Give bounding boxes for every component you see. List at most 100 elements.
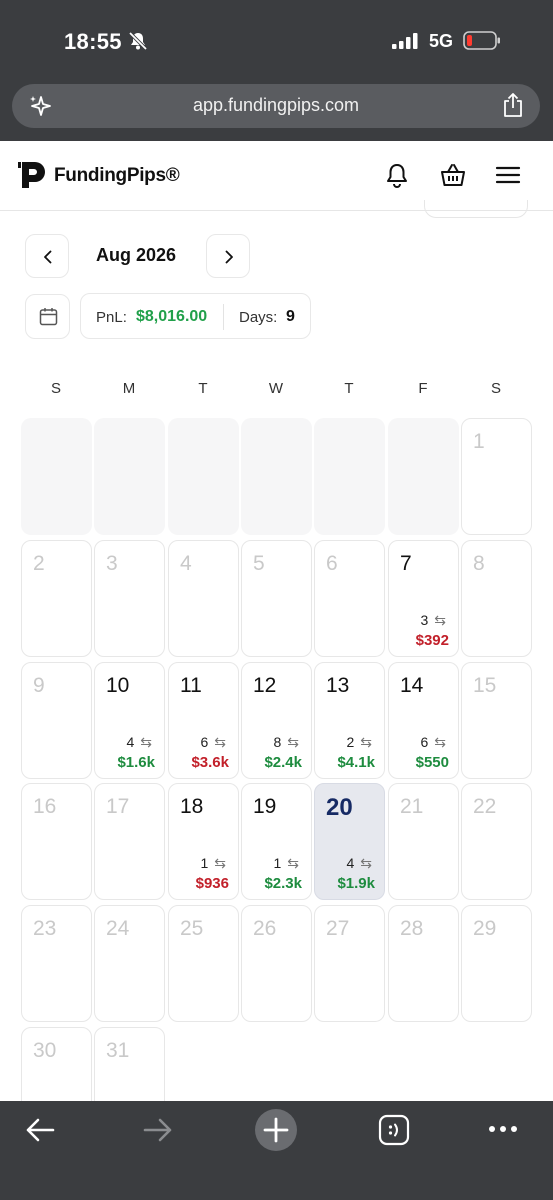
- trade-count: 6 ⇆: [200, 734, 226, 751]
- swap-arrows-icon: ⇆: [360, 855, 372, 871]
- calendar-day-27[interactable]: 27: [314, 905, 385, 1022]
- calendar-day-15[interactable]: 15: [461, 662, 532, 779]
- day-number: 23: [33, 917, 57, 940]
- calendar-day-16[interactable]: 16: [21, 783, 92, 900]
- trade-count: 1 ⇆: [200, 855, 226, 872]
- calendar-day-12[interactable]: 12 8 ⇆ $2.4k: [241, 662, 312, 779]
- calendar-day-7[interactable]: 7 3 ⇆ $392: [388, 540, 459, 657]
- summary-divider: [223, 304, 224, 330]
- calendar-day-9[interactable]: 9: [21, 662, 92, 779]
- calendar-day-14[interactable]: 14 6 ⇆ $550: [388, 662, 459, 779]
- tab-switcher-icon[interactable]: [378, 1114, 410, 1146]
- calendar-day-4[interactable]: 4: [168, 540, 239, 657]
- calendar-day-22[interactable]: 22: [461, 783, 532, 900]
- url-text[interactable]: app.fundingpips.com: [12, 95, 540, 116]
- weekday-fri: F: [418, 380, 428, 397]
- shopping-basket-icon[interactable]: [439, 161, 467, 189]
- swap-arrows-icon: ⇆: [140, 734, 152, 750]
- swap-arrows-icon: ⇆: [214, 855, 226, 871]
- hamburger-menu-icon[interactable]: [494, 161, 522, 189]
- day-number: 3: [106, 552, 118, 575]
- trade-count: 6 ⇆: [420, 734, 446, 751]
- day-number: 24: [106, 917, 130, 940]
- prev-month-button[interactable]: [25, 234, 69, 278]
- day-number: 4: [180, 552, 192, 575]
- trade-count-value: 4: [126, 734, 135, 750]
- calendar-day-28[interactable]: 28: [388, 905, 459, 1022]
- calendar-day-24[interactable]: 24: [94, 905, 165, 1022]
- weekday-tue: T: [198, 380, 208, 397]
- share-icon[interactable]: [502, 92, 524, 118]
- day-number: 26: [253, 917, 277, 940]
- calendar-day-13[interactable]: 13 2 ⇆ $4.1k: [314, 662, 385, 779]
- swap-arrows-icon: ⇆: [287, 855, 299, 871]
- forward-arrow-icon[interactable]: [142, 1116, 174, 1144]
- swap-arrows-icon: ⇆: [214, 734, 226, 750]
- day-number: 11: [180, 674, 202, 697]
- calendar-day-10[interactable]: 10 4 ⇆ $1.6k: [94, 662, 165, 779]
- calendar-day-2[interactable]: 2: [21, 540, 92, 657]
- back-arrow-icon[interactable]: [24, 1116, 56, 1144]
- day-pnl: $936: [195, 875, 229, 892]
- day-number: 16: [33, 795, 57, 818]
- month-label: Aug 2026: [96, 245, 177, 265]
- calendar-day-25[interactable]: 25: [168, 905, 239, 1022]
- day-number: 2: [33, 552, 45, 575]
- calendar-day-20[interactable]: 20 4 ⇆ $1.9k: [314, 783, 385, 900]
- calendar-empty-cell: [168, 418, 239, 535]
- new-tab-plus-icon[interactable]: [254, 1108, 298, 1152]
- header-tab-edge: [424, 200, 528, 218]
- calendar-day-21[interactable]: 21: [388, 783, 459, 900]
- calendar-day-29[interactable]: 29: [461, 905, 532, 1022]
- weekday-sat: S: [490, 380, 501, 397]
- day-number: 30: [33, 1039, 57, 1062]
- address-bar[interactable]: app.fundingpips.com: [12, 84, 540, 128]
- day-number: 29: [473, 917, 497, 940]
- clock: 18:55: [64, 29, 122, 54]
- fundingpips-logo-icon[interactable]: [18, 159, 48, 191]
- day-pnl: $4.1k: [337, 754, 375, 771]
- day-number: 10: [106, 674, 130, 697]
- day-number: 13: [326, 674, 350, 697]
- day-pnl: $392: [415, 632, 449, 649]
- calendar-day-23[interactable]: 23: [21, 905, 92, 1022]
- next-month-button[interactable]: [206, 234, 250, 278]
- pnl-label: PnL:: [96, 309, 127, 326]
- calendar-day-11[interactable]: 11 6 ⇆ $3.6k: [168, 662, 239, 779]
- trade-count-value: 3: [420, 612, 429, 628]
- calendar-day-8[interactable]: 8: [461, 540, 532, 657]
- more-options-icon[interactable]: [487, 1123, 519, 1135]
- calendar-day-26[interactable]: 26: [241, 905, 312, 1022]
- network-type: 5G: [429, 31, 454, 51]
- calendar-day-18[interactable]: 18 1 ⇆ $936: [168, 783, 239, 900]
- calendar-empty-cell: [21, 418, 92, 535]
- weekday-wed: W: [268, 380, 284, 397]
- swap-arrows-icon: ⇆: [434, 734, 446, 750]
- brand-name[interactable]: FundingPips®: [54, 165, 180, 187]
- notification-bell-icon[interactable]: [383, 161, 411, 189]
- day-number: 31: [106, 1039, 130, 1062]
- calendar-day-3[interactable]: 3: [94, 540, 165, 657]
- day-number: 19: [253, 795, 277, 818]
- day-pnl: $550: [415, 754, 449, 771]
- weekday-thu: T: [344, 380, 354, 397]
- trade-count-value: 8: [273, 734, 282, 750]
- signal-icon: [392, 33, 418, 49]
- trade-count: 2 ⇆: [346, 734, 372, 751]
- day-number: 18: [180, 795, 204, 818]
- calendar-icon: [39, 308, 58, 326]
- day-pnl: $2.3k: [264, 875, 302, 892]
- day-number: 15: [473, 674, 497, 697]
- trade-count-value: 1: [200, 855, 209, 871]
- day-number: 27: [326, 917, 350, 940]
- day-number: 25: [180, 917, 204, 940]
- calendar-empty-cell: [388, 418, 459, 535]
- pnl-value: $8,016.00: [136, 308, 208, 325]
- days-label: Days:: [239, 309, 278, 326]
- calendar-day-5[interactable]: 5: [241, 540, 312, 657]
- calendar-day-6[interactable]: 6: [314, 540, 385, 657]
- calendar-day-17[interactable]: 17: [94, 783, 165, 900]
- calendar-day-19[interactable]: 19 1 ⇆ $2.3k: [241, 783, 312, 900]
- calendar-day-1[interactable]: 1: [461, 418, 532, 535]
- date-picker-button[interactable]: [25, 294, 70, 339]
